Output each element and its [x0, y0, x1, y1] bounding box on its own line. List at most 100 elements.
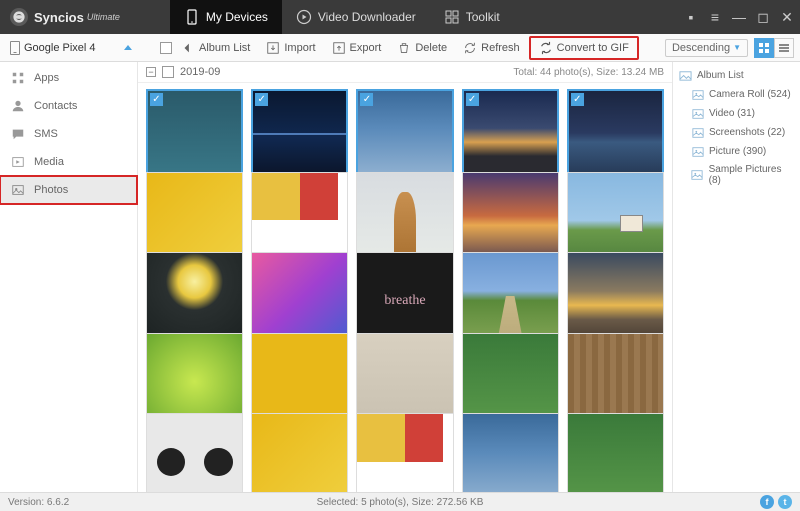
view-toggle — [754, 38, 794, 58]
folder-icon — [679, 69, 692, 82]
contacts-icon — [10, 98, 26, 114]
refresh-icon — [463, 41, 477, 55]
picture-icon — [691, 169, 704, 182]
app-edition: Ultimate — [87, 12, 120, 22]
picture-icon — [691, 145, 704, 158]
list-view-button[interactable] — [774, 38, 794, 58]
photo-thumb[interactable] — [462, 413, 559, 492]
nav-label: Contacts — [34, 100, 77, 112]
button-label: Export — [350, 42, 382, 54]
refresh-button[interactable]: Refresh — [456, 38, 527, 58]
maximize-button[interactable]: ◻ — [756, 10, 770, 24]
grid-view-button[interactable] — [754, 38, 774, 58]
left-nav: Apps Contacts SMS Media Photos — [0, 62, 138, 492]
photo-thumb[interactable] — [567, 413, 664, 492]
social-links: f t — [760, 495, 792, 509]
convert-gif-highlight: Convert to GIF — [529, 36, 639, 60]
group-header: − 2019-09 Total: 44 photo(s), Size: 13.2… — [138, 62, 672, 83]
twitter-icon[interactable]: t — [778, 495, 792, 509]
status-bar: Version: 6.6.2 Selected: 5 photo(s), Siz… — [0, 492, 800, 511]
photo-grid[interactable]: ✓ ✓ ✓ ✓ ✓ — [138, 83, 672, 492]
photo-thumb[interactable] — [356, 413, 453, 492]
button-label: Convert to GIF — [557, 42, 629, 54]
window-controls: ▪ ≡ — ◻ ✕ — [684, 10, 794, 24]
photos-icon — [10, 182, 26, 198]
nav-sms[interactable]: SMS — [0, 120, 137, 148]
album-item[interactable]: Camera Roll (524) — [677, 85, 796, 104]
phone-icon — [184, 9, 200, 25]
group-name: 2019-09 — [180, 66, 220, 78]
apps-icon — [10, 70, 26, 86]
photo-thumb[interactable] — [146, 413, 243, 492]
check-icon: ✓ — [255, 93, 268, 106]
menu-icon[interactable]: ≡ — [708, 10, 722, 24]
album-label: Sample Pictures (8) — [709, 164, 794, 186]
convert-gif-button[interactable]: Convert to GIF — [534, 39, 634, 57]
device-selector[interactable]: Google Pixel 4 — [6, 39, 136, 57]
check-icon: ✓ — [360, 93, 373, 106]
import-button[interactable]: Import — [259, 38, 322, 58]
nav-label: Media — [34, 156, 64, 168]
version-text: Version: 6.6.2 — [8, 497, 69, 508]
album-item[interactable]: Sample Pictures (8) — [677, 161, 796, 189]
export-icon — [332, 41, 346, 55]
play-circle-icon — [296, 9, 312, 25]
button-label: Album List — [199, 42, 250, 54]
tab-my-devices[interactable]: My Devices — [170, 0, 282, 34]
close-button[interactable]: ✕ — [780, 10, 794, 24]
tab-label: Video Downloader — [318, 10, 416, 24]
nav-media[interactable]: Media — [0, 148, 137, 176]
titlebar: Syncios Ultimate My Devices Video Downlo… — [0, 0, 800, 34]
tab-toolkit[interactable]: Toolkit — [430, 0, 514, 34]
center-pane: − 2019-09 Total: 44 photo(s), Size: 13.2… — [138, 62, 672, 492]
nav-contacts[interactable]: Contacts — [0, 92, 137, 120]
convert-icon — [539, 41, 553, 55]
album-label: Video (31) — [709, 108, 755, 119]
group-total: Total: 44 photo(s), Size: 13.24 MB — [513, 67, 664, 78]
sort-dropdown[interactable]: Descending ▼ — [665, 39, 748, 57]
chevron-up-icon — [124, 45, 132, 50]
check-icon: ✓ — [571, 93, 584, 106]
main-area: Apps Contacts SMS Media Photos − 2019-09… — [0, 62, 800, 492]
nav-label: SMS — [34, 128, 58, 140]
tab-video-downloader[interactable]: Video Downloader — [282, 0, 430, 34]
phone-icon — [10, 41, 20, 55]
button-label: Import — [284, 42, 315, 54]
select-all-checkbox[interactable] — [160, 42, 172, 54]
app-logo-icon — [10, 8, 28, 26]
picture-icon — [691, 126, 704, 139]
button-label: Refresh — [481, 42, 520, 54]
photo-thumb[interactable] — [251, 413, 348, 492]
check-icon: ✓ — [150, 93, 163, 106]
tab-label: Toolkit — [466, 10, 500, 24]
picture-icon — [691, 88, 704, 101]
top-tabs: My Devices Video Downloader Toolkit — [170, 0, 514, 34]
sort-label: Descending — [672, 42, 730, 54]
chevron-down-icon: ▼ — [733, 43, 741, 52]
picture-icon — [691, 107, 704, 120]
album-label: Screenshots (22) — [709, 127, 785, 138]
feedback-icon[interactable]: ▪ — [684, 10, 698, 24]
toolbar: Google Pixel 4 Album List Import Export … — [0, 34, 800, 62]
import-icon — [266, 41, 280, 55]
album-item[interactable]: Video (31) — [677, 104, 796, 123]
album-root[interactable]: Album List — [677, 66, 796, 85]
album-list-button[interactable]: Album List — [174, 38, 257, 58]
album-item[interactable]: Screenshots (22) — [677, 123, 796, 142]
collapse-icon[interactable]: − — [146, 67, 156, 77]
facebook-icon[interactable]: f — [760, 495, 774, 509]
selection-text: Selected: 5 photo(s), Size: 272.56 KB — [317, 497, 484, 508]
export-button[interactable]: Export — [325, 38, 389, 58]
minimize-button[interactable]: — — [732, 10, 746, 24]
nav-label: Apps — [34, 72, 59, 84]
group-checkbox[interactable] — [162, 66, 174, 78]
nav-apps[interactable]: Apps — [0, 64, 137, 92]
back-arrow-icon — [181, 41, 195, 55]
media-icon — [10, 154, 26, 170]
delete-button[interactable]: Delete — [390, 38, 454, 58]
album-list-pane: Album List Camera Roll (524) Video (31) Sc… — [672, 62, 800, 492]
check-icon: ✓ — [466, 93, 479, 106]
nav-photos[interactable]: Photos — [0, 176, 137, 204]
nav-label: Photos — [34, 184, 68, 196]
album-item[interactable]: Picture (390) — [677, 142, 796, 161]
